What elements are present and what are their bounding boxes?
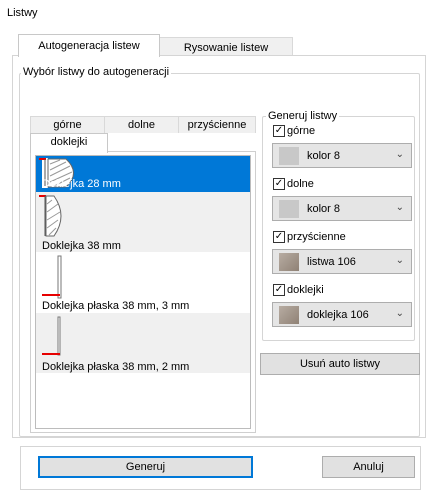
select-doklejki[interactable]: doklejka 106 ⌄ (272, 302, 412, 327)
select-przyscienne[interactable]: listwa 106 ⌄ (272, 249, 412, 274)
window-title: Listwy (7, 7, 38, 19)
check-icon[interactable]: ✓ (273, 231, 285, 243)
chevron-down-icon: ⌄ (395, 202, 404, 213)
checkbox-doklejki[interactable]: ✓ doklejki (273, 284, 324, 296)
select-dolne[interactable]: kolor 8 ⌄ (272, 196, 412, 221)
profile-list[interactable]: Doklejka 28 mm Doklejka 38 mm Doklejka p… (35, 155, 251, 429)
color-swatch (279, 199, 299, 218)
list-item[interactable]: Doklejka płaska 38 mm, 2 mm (36, 313, 250, 373)
group-legend: Wybór listwy do autogeneracji (21, 66, 172, 78)
texture-swatch (279, 252, 299, 271)
checkbox-przyscienne[interactable]: ✓ przyścienne (273, 231, 346, 243)
texture-swatch (279, 305, 299, 324)
chevron-down-icon: ⌄ (395, 149, 404, 160)
checkbox-dolne[interactable]: ✓ dolne (273, 178, 314, 190)
select-gorne-value: kolor 8 (307, 149, 341, 162)
select-przyscienne-value: listwa 106 (307, 255, 356, 268)
list-item-label: Doklejka 28 mm (42, 178, 121, 190)
generate-button[interactable]: Generuj (38, 456, 253, 478)
color-swatch (279, 146, 299, 165)
list-item-label: Doklejka 38 mm (42, 240, 121, 252)
check-icon[interactable]: ✓ (273, 284, 285, 296)
list-item-label: Doklejka płaska 38 mm, 3 mm (42, 300, 190, 312)
cancel-button[interactable]: Anuluj (322, 456, 415, 478)
checkbox-dolne-label: dolne (287, 178, 314, 190)
select-doklejki-value: doklejka 106 (307, 308, 369, 321)
list-item[interactable]: Doklejka płaska 38 mm, 3 mm (36, 252, 250, 312)
subtab-przyscienne[interactable]: przyścienne (178, 116, 256, 133)
subtab-dolne[interactable]: dolne (104, 116, 179, 133)
chevron-down-icon: ⌄ (395, 255, 404, 266)
remove-auto-button[interactable]: Usuń auto listwy (260, 353, 420, 375)
list-item-label: Doklejka płaska 38 mm, 2 mm (42, 361, 190, 373)
checkbox-doklejki-label: doklejki (287, 284, 324, 296)
tab-autogeneracja[interactable]: Autogeneracja listew (18, 34, 160, 57)
select-gorne[interactable]: kolor 8 ⌄ (272, 143, 412, 168)
chevron-down-icon: ⌄ (395, 308, 404, 319)
list-item[interactable]: Doklejka 38 mm (36, 192, 250, 252)
check-icon[interactable]: ✓ (273, 125, 285, 137)
generate-legend: Generuj listwy (266, 110, 340, 122)
subtab-gorne[interactable]: górne (30, 116, 105, 133)
check-icon[interactable]: ✓ (273, 178, 285, 190)
checkbox-gorne-label: górne (287, 125, 316, 137)
profile-thumbnail-icon (39, 158, 74, 188)
checkbox-gorne[interactable]: ✓ górne (273, 125, 315, 137)
subtab-doklejki[interactable]: doklejki (30, 133, 108, 153)
select-dolne-value: kolor 8 (307, 202, 341, 215)
checkbox-przyscienne-label: przyścienne (287, 231, 346, 243)
